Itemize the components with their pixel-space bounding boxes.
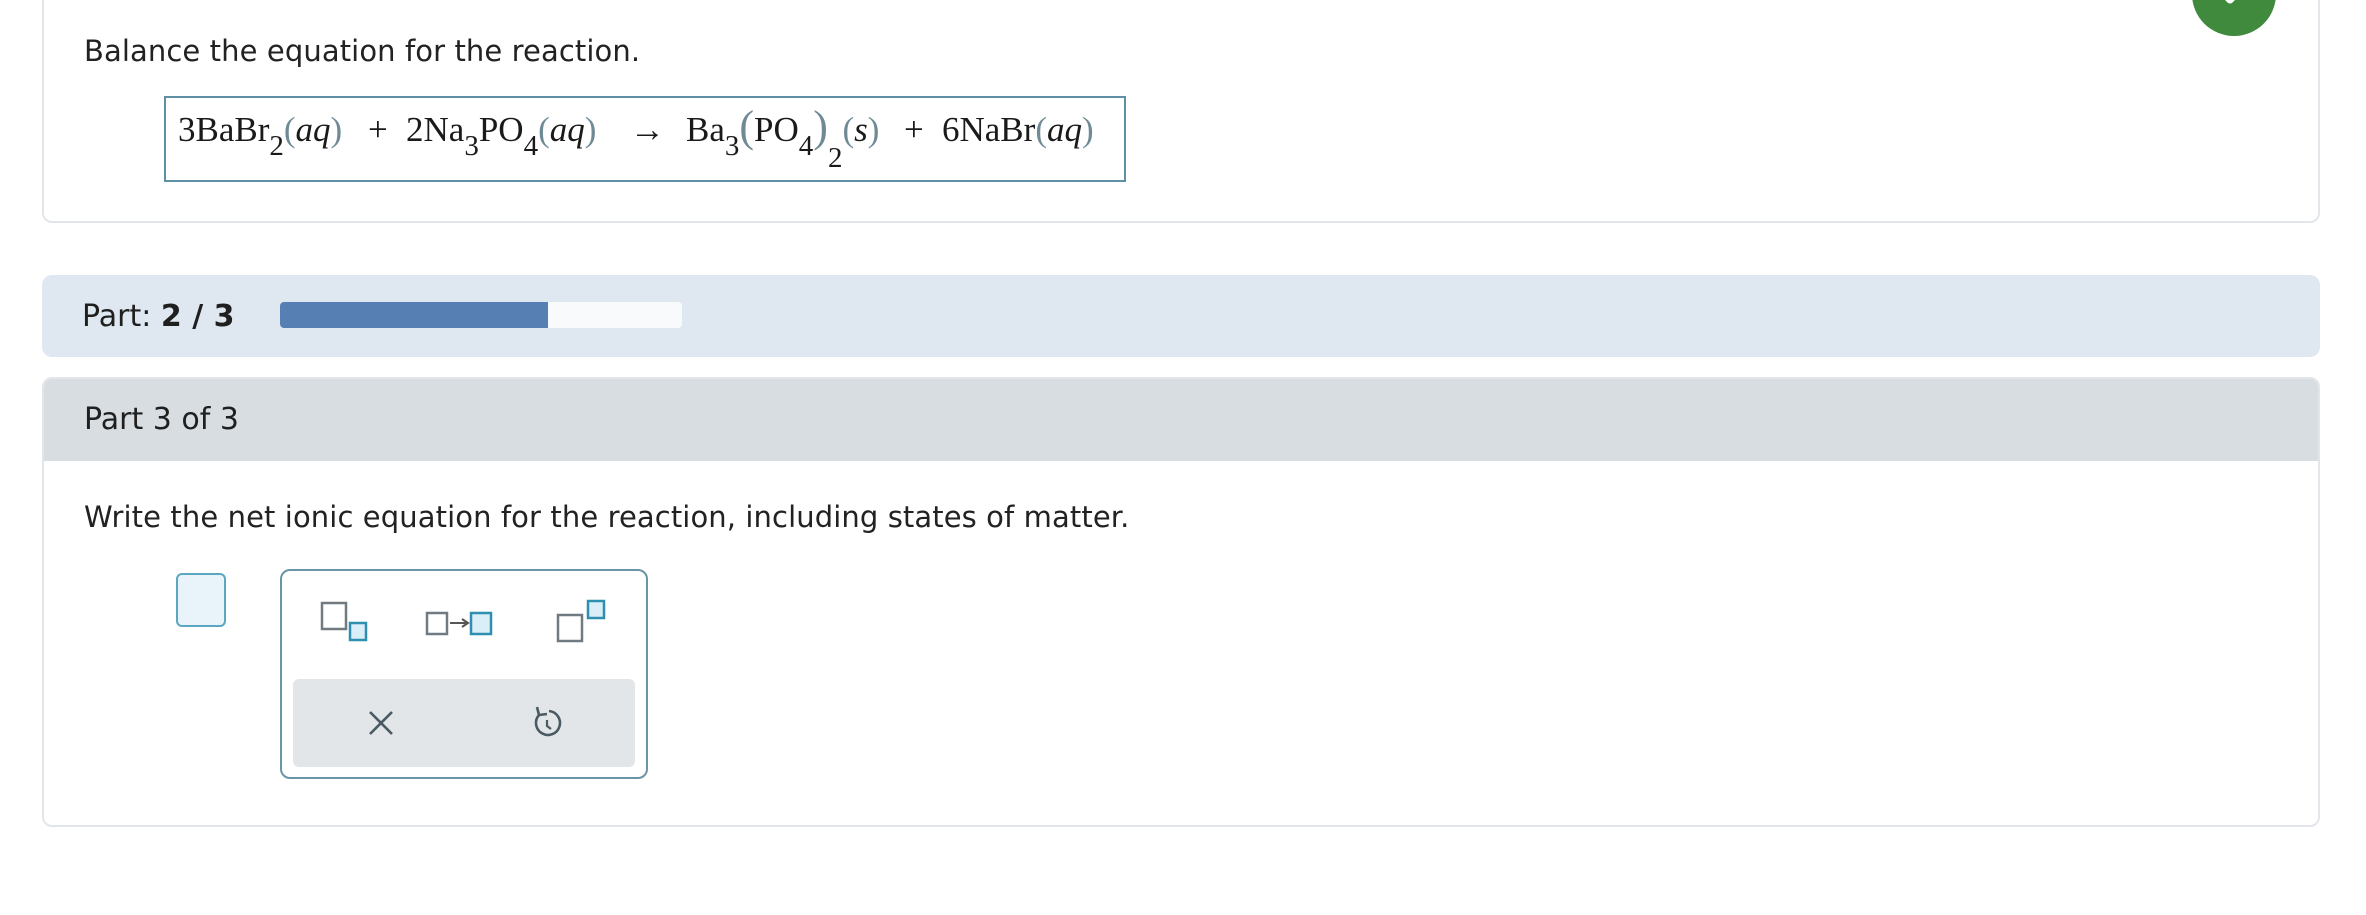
plus-sign: + — [368, 110, 388, 149]
undo-icon[interactable] — [525, 701, 569, 745]
superscript-icon[interactable] — [556, 599, 612, 649]
part-header: Part 3 of 3 — [44, 379, 2318, 461]
plus-sign: + — [904, 110, 924, 149]
reaction-arrow-icon[interactable] — [425, 609, 501, 643]
answer-input[interactable] — [176, 573, 226, 627]
part-title: Part 3 of 3 — [84, 402, 239, 437]
reactant-2: 2Na3PO4(aq) — [406, 110, 596, 162]
progress-label: Part: 2 / 3 — [82, 299, 235, 334]
reactant-1: 3BaBr2(aq) — [178, 110, 342, 162]
question-instruction: Balance the equation for the reaction. — [84, 34, 641, 68]
balanced-equation: 3BaBr2(aq) + 2Na3PO4(aq) → Ba3(PO4)2(s) … — [164, 96, 1126, 182]
part-progress: Part: 2 / 3 — [42, 275, 2320, 357]
palette-actions — [293, 679, 635, 767]
product-2: 6NaBr(aq) — [942, 110, 1094, 149]
progress-value: 2 / 3 — [160, 299, 235, 334]
progress-bar — [280, 302, 682, 328]
clear-icon[interactable] — [359, 701, 403, 745]
progress-bar-fill — [280, 302, 549, 328]
reaction-arrow: → — [630, 110, 665, 149]
product-1: Ba3(PO4)2(s) — [686, 102, 879, 174]
equation-palette — [280, 569, 648, 779]
part-prompt: Write the net ionic equation for the rea… — [84, 500, 1130, 534]
subscript-icon[interactable] — [320, 601, 372, 651]
